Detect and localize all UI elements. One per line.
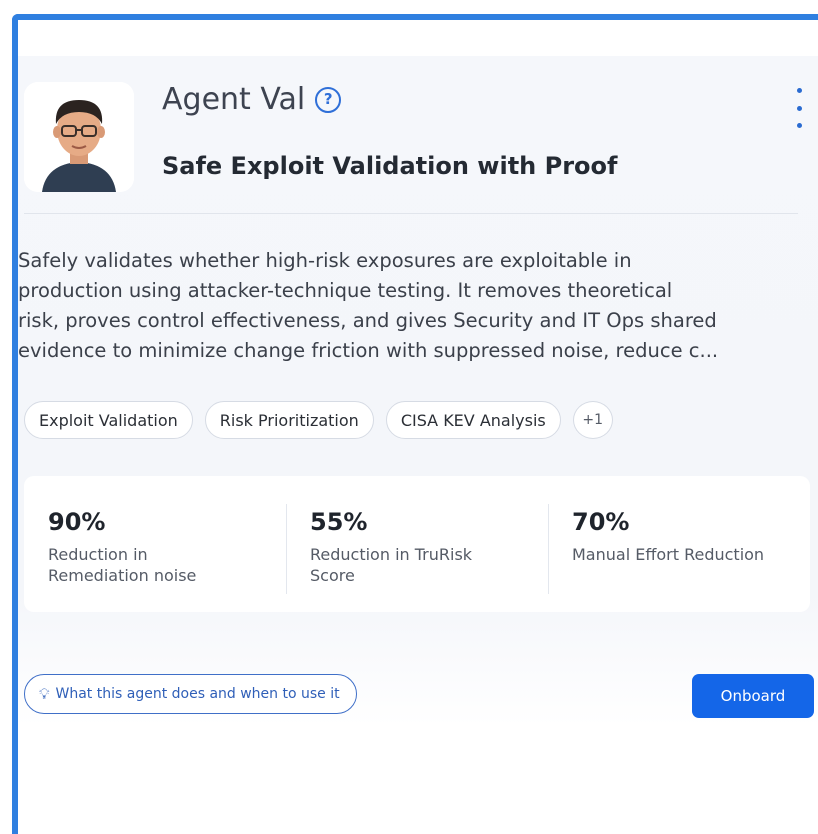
- capability-tags: Exploit Validation Risk Prioritization C…: [24, 401, 613, 439]
- tag-risk-prioritization[interactable]: Risk Prioritization: [204, 401, 374, 439]
- agent-avatar: [24, 82, 134, 192]
- tag-exploit-validation[interactable]: Exploit Validation: [24, 401, 193, 439]
- stats-panel: 90% Reduction in Remediation noise 55% R…: [24, 476, 810, 612]
- stat-value: 55%: [310, 508, 368, 536]
- vertical-ellipsis-icon[interactable]: [794, 88, 804, 128]
- agent-card: Agent Val ? Safe Exploit Validation with…: [18, 56, 818, 726]
- agent-info-label: What this agent does and when to use it: [55, 686, 340, 702]
- header-divider: [24, 213, 798, 214]
- stat-label: Manual Effort Reduction: [572, 545, 765, 564]
- agent-name: Agent Val ?: [162, 82, 342, 117]
- agent-tagline: Safe Exploit Validation with Proof: [162, 152, 618, 180]
- tag-cisa-kev-analysis[interactable]: CISA KEV Analysis: [385, 401, 561, 439]
- help-circle-icon[interactable]: ?: [315, 86, 342, 113]
- stat-label: Reduction in TruRisk Score: [310, 545, 473, 585]
- description-line: Safely validates whether high-risk expos…: [18, 249, 632, 272]
- more-tags-button[interactable]: +1: [572, 401, 613, 439]
- agent-name-text: Agent Val: [162, 82, 306, 117]
- stat-value: 70%: [572, 508, 630, 536]
- stat-manual-effort: 70% Manual Effort Reduction: [548, 476, 810, 612]
- stat-remediation-noise: 90% Reduction in Remediation noise: [24, 476, 286, 612]
- onboard-button[interactable]: Onboard: [692, 674, 814, 718]
- description-line: risk, proves control effectiveness, and …: [18, 309, 717, 332]
- stat-label: Reduction in Remediation noise: [48, 545, 197, 585]
- agent-description: Safely validates whether high-risk expos…: [18, 246, 818, 366]
- description-line: evidence to minimize change friction wit…: [18, 339, 719, 362]
- description-line: production using attacker-technique test…: [18, 279, 673, 302]
- stat-value: 90%: [48, 508, 106, 536]
- lightbulb-icon: 💡︎: [39, 685, 50, 703]
- agent-info-button[interactable]: 💡︎ What this agent does and when to use …: [24, 674, 357, 714]
- stat-trurisk-score: 55% Reduction in TruRisk Score: [286, 476, 548, 612]
